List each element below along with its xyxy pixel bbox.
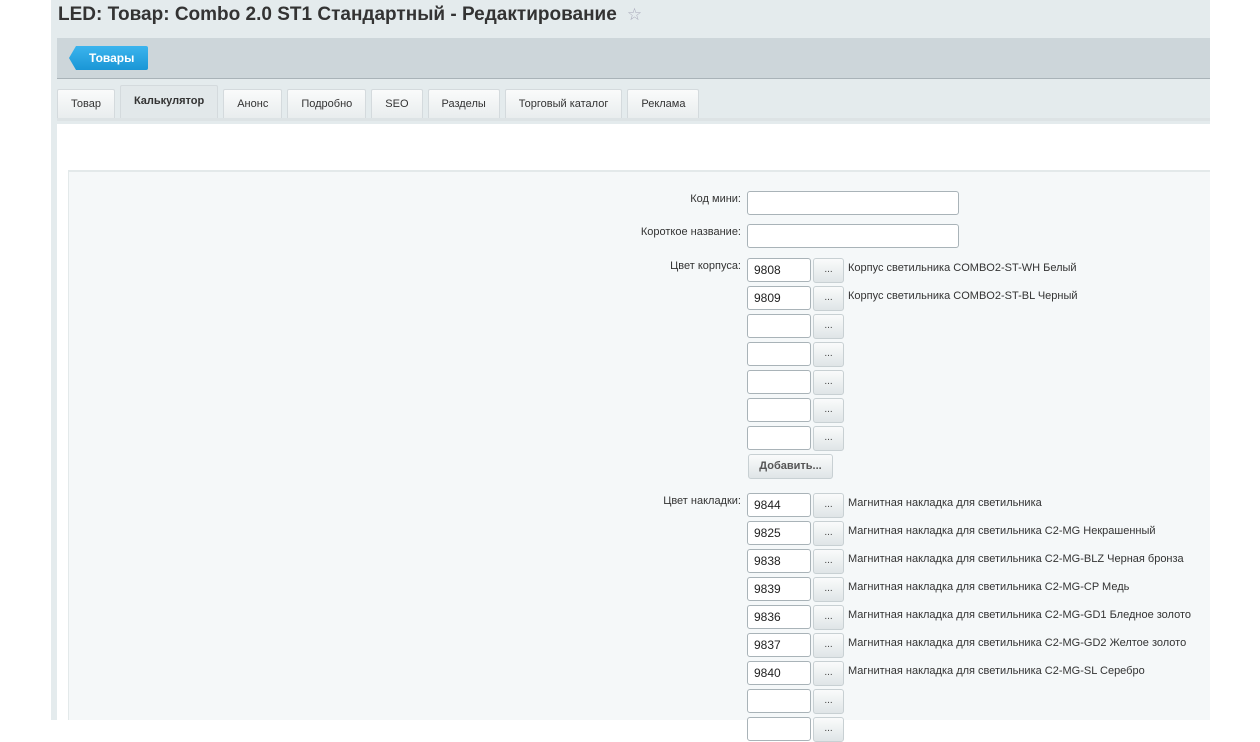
- tab-1[interactable]: Калькулятор: [119, 85, 219, 118]
- overlay_color-pick-button[interactable]: ...: [813, 493, 844, 518]
- overlay_color-pick-button[interactable]: ...: [813, 717, 844, 742]
- overlay_color-id-input[interactable]: [747, 633, 811, 657]
- overlay_color-item-description: Магнитная накладка для светильника C2-MG…: [848, 553, 1184, 565]
- body_color-id-input[interactable]: [747, 398, 811, 422]
- body_color-pick-button[interactable]: ...: [813, 342, 844, 367]
- page-title-text: LED: Товар: Combo 2.0 ST1 Стандартный - …: [58, 4, 617, 25]
- tab-0[interactable]: Товар: [57, 89, 115, 118]
- overlay_color-pick-button[interactable]: ...: [813, 633, 844, 658]
- overlay_color-id-input[interactable]: [747, 549, 811, 573]
- body_color-id-input[interactable]: [747, 258, 811, 282]
- overlay_color-pick-button[interactable]: ...: [813, 661, 844, 686]
- overlay_color-row: ... Магнитная накладка для светильника: [69, 493, 1210, 518]
- page-title: LED: Товар: Combo 2.0 ST1 Стандартный - …: [58, 4, 642, 26]
- short-name-row: Короткое название:: [69, 224, 1210, 248]
- body_color-pick-button[interactable]: ...: [813, 398, 844, 423]
- add-body-color-button[interactable]: Добавить...: [748, 454, 833, 479]
- overlay_color-row: ... Магнитная накладка для светильника C2…: [69, 661, 1210, 686]
- body_color-row: ...: [69, 398, 1210, 423]
- overlay_color-id-input[interactable]: [747, 577, 811, 601]
- body_color-id-input[interactable]: [747, 314, 811, 338]
- body_color-item-description: Корпус светильника COMBO2-ST-BL Черный: [848, 290, 1078, 302]
- body_color-id-input[interactable]: [747, 286, 811, 310]
- tab-6[interactable]: Торговый каталог: [504, 89, 623, 118]
- body_color-pick-button[interactable]: ...: [813, 370, 844, 395]
- overlay_color-item-description: Магнитная накладка для светильника: [848, 497, 1042, 509]
- body_color-row: ...: [69, 370, 1210, 395]
- overlay_color-row: ... Магнитная накладка для светильника C2…: [69, 549, 1210, 574]
- overlay_color-id-input[interactable]: [747, 521, 811, 545]
- overlay_color-row: ... Магнитная накладка для светильника C2…: [69, 521, 1210, 546]
- tab-7[interactable]: Реклама: [627, 89, 700, 118]
- overlay_color-pick-button[interactable]: ...: [813, 689, 844, 714]
- body_color-id-input[interactable]: [747, 342, 811, 366]
- overlay_color-pick-button[interactable]: ...: [813, 521, 844, 546]
- body_color-pick-button[interactable]: ...: [813, 286, 844, 311]
- short-name-input[interactable]: [747, 224, 959, 248]
- overlay_color-item-description: Магнитная накладка для светильника C2-MG…: [848, 525, 1156, 537]
- body_color-row: ...: [69, 314, 1210, 339]
- overlay_color-id-input[interactable]: [747, 493, 811, 517]
- kod-mini-label: Код мини:: [690, 193, 741, 205]
- tab-bar: Товар Калькулятор Анонс Подробно SEO Разделы Т…: [57, 85, 1210, 121]
- tab-content: Код мини: Короткое название: Цвет корпус…: [57, 124, 1210, 742]
- overlay_color-item-description: Магнитная накладка для светильника C2-MG…: [848, 637, 1187, 649]
- overlay_color-row: ...: [69, 689, 1210, 714]
- toolbar: Товары: [57, 38, 1210, 79]
- overlay_color-row: ... Магнитная накладка для светильника C2…: [69, 605, 1210, 630]
- body_color-row: ...: [69, 426, 1210, 451]
- body_color-row: ... Корпус светильника COMBO2-ST-WH Белый: [69, 258, 1210, 283]
- admin-frame: LED: Товар: Combo 2.0 ST1 Стандартный - …: [51, 0, 1210, 742]
- favorite-star-icon[interactable]: ☆: [627, 5, 642, 25]
- overlay_color-pick-button[interactable]: ...: [813, 605, 844, 630]
- kod-mini-input[interactable]: [747, 191, 959, 215]
- tab-5[interactable]: Разделы: [427, 89, 500, 118]
- overlay_color-item-description: Магнитная накладка для светильника C2-MG…: [848, 609, 1191, 621]
- overlay_color-item-description: Магнитная накладка для светильника C2-MG…: [848, 581, 1130, 593]
- tab-2[interactable]: Анонс: [223, 89, 283, 118]
- overlay_color-id-input[interactable]: [747, 717, 811, 741]
- overlay_color-pick-button[interactable]: ...: [813, 549, 844, 574]
- overlay_color-id-input[interactable]: [747, 689, 811, 713]
- overlay_color-pick-button[interactable]: ...: [813, 577, 844, 602]
- overlay_color-id-input[interactable]: [747, 661, 811, 685]
- body_color-id-input[interactable]: [747, 370, 811, 394]
- overlay_color-item-description: Магнитная накладка для светильника C2-MG…: [848, 665, 1145, 677]
- calculator-panel: Код мини: Короткое название: Цвет корпус…: [68, 170, 1210, 742]
- tab-4[interactable]: SEO: [371, 89, 423, 118]
- body_color-pick-button[interactable]: ...: [813, 426, 844, 451]
- body_color-row: ...: [69, 342, 1210, 367]
- short-name-label: Короткое название:: [640, 226, 741, 238]
- overlay_color-id-input[interactable]: [747, 605, 811, 629]
- back-to-products-button[interactable]: Товары: [69, 46, 149, 70]
- body_color-id-input[interactable]: [747, 426, 811, 450]
- overlay_color-row: ... Магнитная накладка для светильника C2…: [69, 633, 1210, 658]
- body_color-item-description: Корпус светильника COMBO2-ST-WH Белый: [848, 262, 1077, 274]
- kod-mini-row: Код мини:: [69, 191, 1210, 215]
- body_color-pick-button[interactable]: ...: [813, 314, 844, 339]
- overlay_color-row: ... Магнитная накладка для светильника C2…: [69, 577, 1210, 602]
- body_color-row: ... Корпус светильника COMBO2-ST-BL Черны…: [69, 286, 1210, 311]
- body_color-pick-button[interactable]: ...: [813, 258, 844, 283]
- overlay_color-row: ...: [69, 717, 1210, 742]
- tab-3[interactable]: Подробно: [287, 89, 367, 118]
